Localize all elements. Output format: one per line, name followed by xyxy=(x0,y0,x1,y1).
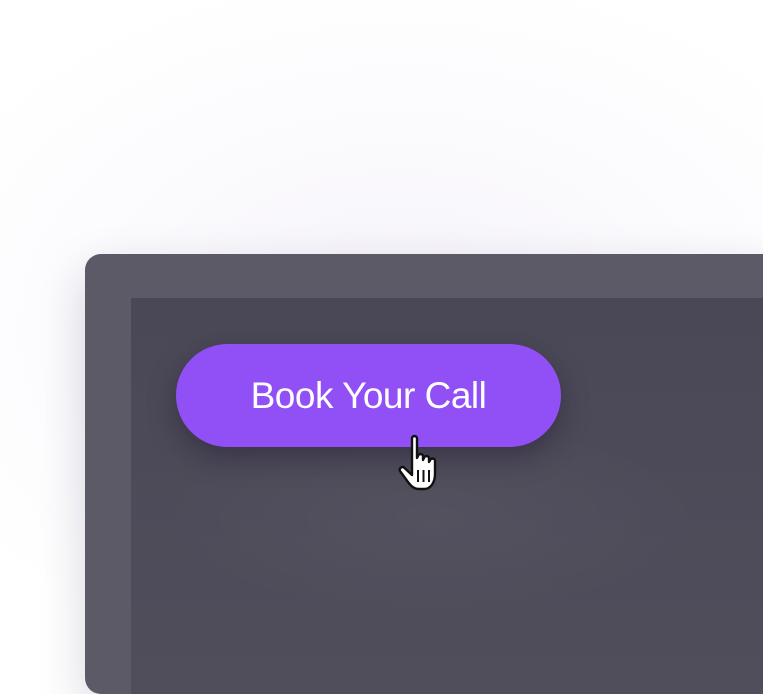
book-your-call-button[interactable]: Book Your Call xyxy=(176,344,561,447)
hand-pointer-icon xyxy=(398,434,437,491)
